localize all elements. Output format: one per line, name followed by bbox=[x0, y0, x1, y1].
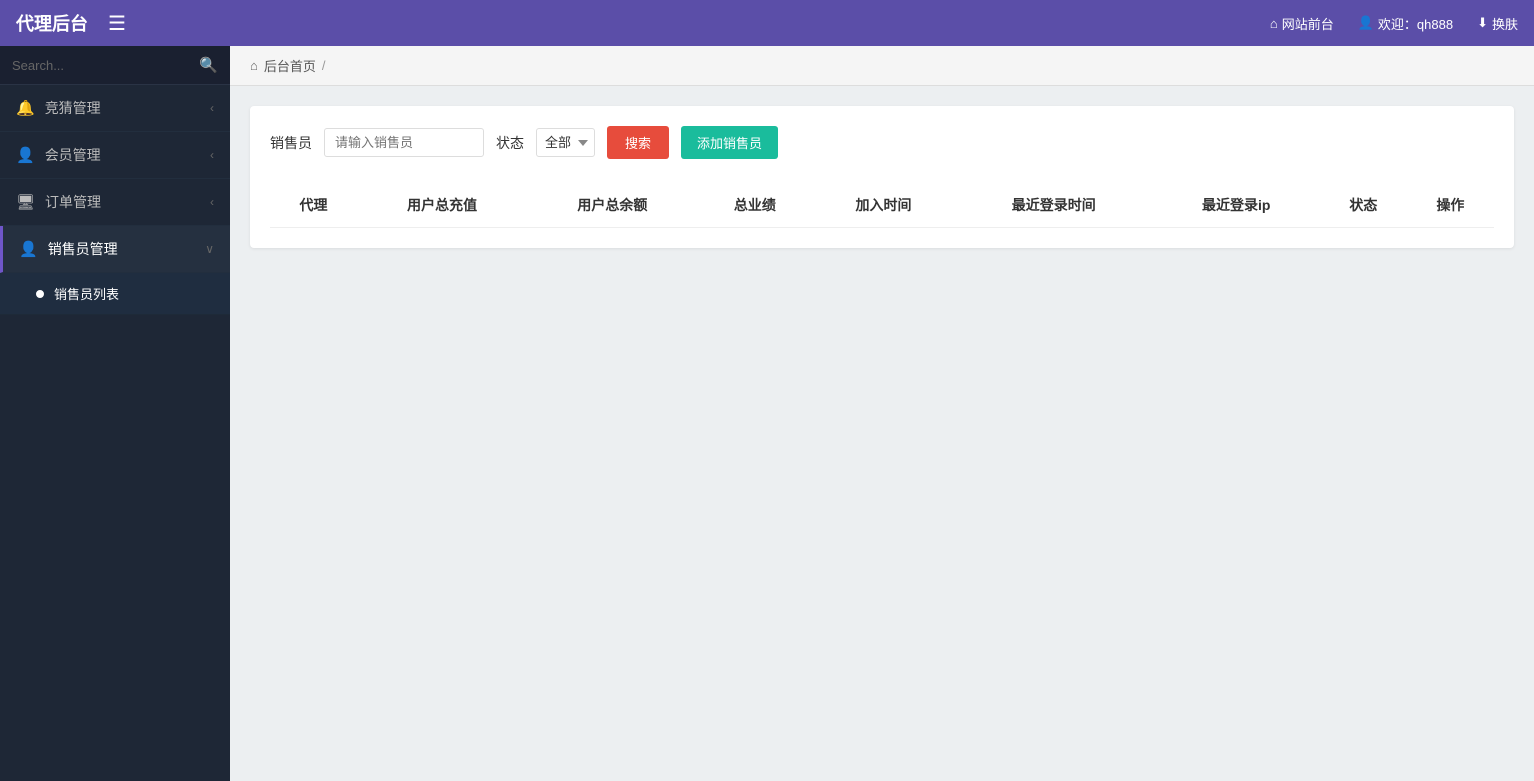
app-title: 代理后台 bbox=[16, 10, 88, 36]
salesperson-input[interactable] bbox=[324, 128, 484, 157]
sidebar-label-huiyuan: 会员管理 bbox=[45, 145, 101, 165]
submenu-xiaoshou: 销售员列表 bbox=[0, 273, 230, 315]
col-total-performance: 总业绩 bbox=[697, 183, 812, 228]
status-label: 状态 bbox=[496, 133, 524, 153]
logout-link[interactable]: ⬇ 换肤 bbox=[1477, 14, 1518, 33]
submenu-item-xiaoshou-list[interactable]: 销售员列表 bbox=[0, 273, 230, 315]
sidebar-item-dingdan[interactable]: 🖥 订单管理 ‹ bbox=[0, 179, 230, 226]
main-card: 销售员 状态 全部 启用 禁用 搜索 添加销售员 代理 bbox=[250, 106, 1514, 248]
search-input[interactable] bbox=[12, 58, 193, 73]
topbar: 代理后台 ☰ ⌂ 网站前台 👤 欢迎：qh888 ⬇ 换肤 bbox=[0, 0, 1534, 46]
search-icon: 🔍 bbox=[199, 56, 218, 74]
bell-icon: 🔔 bbox=[16, 99, 35, 117]
col-proxy: 代理 bbox=[270, 183, 357, 228]
arrow-dingdan: ‹ bbox=[210, 195, 214, 209]
col-last-login-time: 最近登录时间 bbox=[955, 183, 1153, 228]
arrow-huiyuan: ‹ bbox=[210, 148, 214, 162]
user-icon-huiyuan: 👤 bbox=[16, 146, 35, 164]
content-area: 销售员 状态 全部 启用 禁用 搜索 添加销售员 代理 bbox=[230, 86, 1534, 781]
sidebar-label-dingdan: 订单管理 bbox=[45, 192, 101, 212]
sidebar-label-xiaoshou: 销售员管理 bbox=[48, 239, 118, 259]
sidebar-item-huiyuan[interactable]: 👤 会员管理 ‹ bbox=[0, 132, 230, 179]
col-status: 状态 bbox=[1320, 183, 1407, 228]
breadcrumb-separator: / bbox=[322, 58, 326, 73]
main-content: ⌂ 后台首页 / 销售员 状态 全部 启用 禁用 搜索 添加销售员 bbox=[230, 46, 1534, 781]
user-info[interactable]: 👤 欢迎：qh888 bbox=[1358, 14, 1453, 33]
logout-icon: ⬇ bbox=[1477, 15, 1488, 31]
sales-icon: 👤 bbox=[19, 240, 38, 258]
salesperson-label: 销售员 bbox=[270, 133, 312, 153]
submenu-label-xiaoshou-list: 销售员列表 bbox=[54, 284, 119, 303]
col-actions: 操作 bbox=[1407, 183, 1494, 228]
breadcrumb-home-link[interactable]: 后台首页 bbox=[264, 56, 316, 75]
col-last-login-ip: 最近登录ip bbox=[1153, 183, 1320, 228]
sidebar-label-jingcai: 竞猜管理 bbox=[45, 98, 101, 118]
col-total-recharge: 用户总充值 bbox=[357, 183, 527, 228]
sidebar: 🔍 🔔 竞猜管理 ‹ 👤 会员管理 ‹ bbox=[0, 46, 230, 781]
search-button[interactable]: 搜索 bbox=[607, 126, 669, 159]
breadcrumb-home-icon: ⌂ bbox=[250, 58, 258, 73]
website-link[interactable]: ⌂ 网站前台 bbox=[1270, 14, 1334, 33]
hamburger-button[interactable]: ☰ bbox=[108, 11, 126, 36]
home-icon: ⌂ bbox=[1270, 16, 1278, 31]
order-icon: 🖥 bbox=[16, 193, 35, 211]
arrow-jingcai: ‹ bbox=[210, 101, 214, 115]
add-salesperson-button[interactable]: 添加销售员 bbox=[681, 126, 778, 159]
status-select[interactable]: 全部 启用 禁用 bbox=[536, 128, 595, 157]
sidebar-item-jingcai[interactable]: 🔔 竞猜管理 ‹ bbox=[0, 85, 230, 132]
col-join-time: 加入时间 bbox=[812, 183, 954, 228]
sidebar-search-bar[interactable]: 🔍 bbox=[0, 46, 230, 85]
sidebar-item-xiaoshou[interactable]: 👤 销售员管理 ∨ bbox=[0, 226, 230, 273]
dot-icon bbox=[36, 290, 44, 298]
salesperson-table: 代理 用户总充值 用户总余额 总业绩 加入时间 最近登录时间 最近登录ip 状态… bbox=[270, 183, 1494, 228]
arrow-xiaoshou: ∨ bbox=[205, 242, 214, 256]
user-icon: 👤 bbox=[1358, 15, 1374, 31]
filter-bar: 销售员 状态 全部 启用 禁用 搜索 添加销售员 bbox=[270, 126, 1494, 159]
breadcrumb: ⌂ 后台首页 / bbox=[230, 46, 1534, 86]
col-total-balance: 用户总余额 bbox=[527, 183, 697, 228]
sidebar-menu: 🔔 竞猜管理 ‹ 👤 会员管理 ‹ 🖥 订单管理 ‹ bbox=[0, 85, 230, 781]
table-header-row: 代理 用户总充值 用户总余额 总业绩 加入时间 最近登录时间 最近登录ip 状态… bbox=[270, 183, 1494, 228]
